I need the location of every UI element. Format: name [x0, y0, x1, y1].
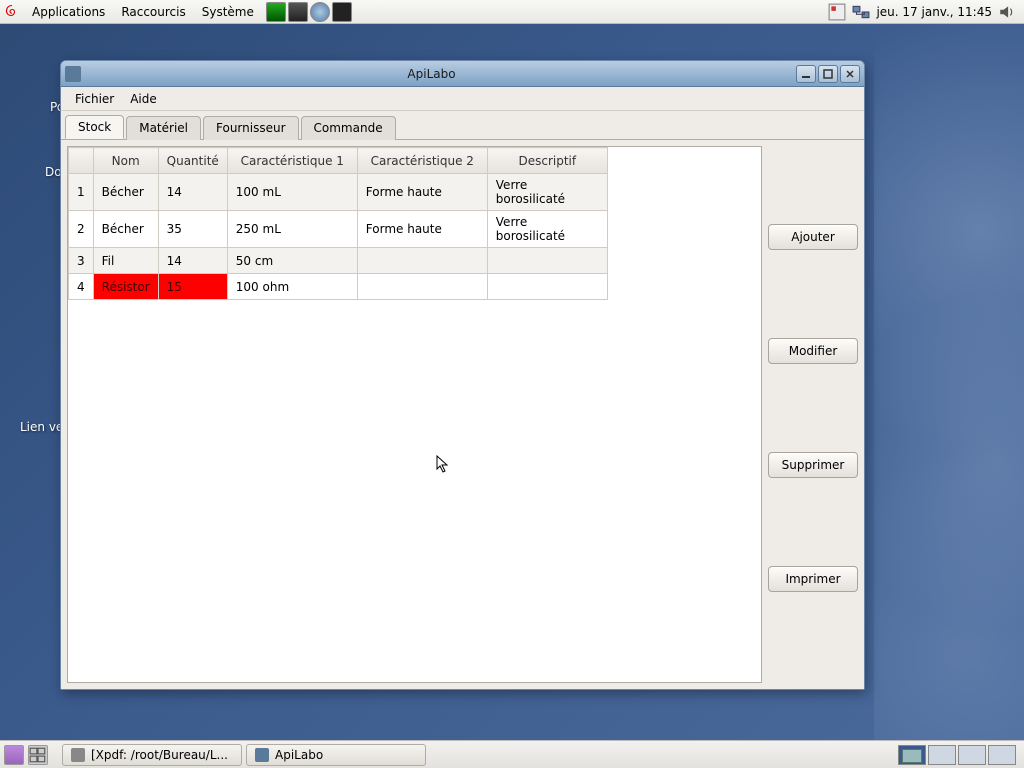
desktop-icon-link[interactable]: Lien ve	[20, 420, 63, 434]
window-title: ApiLabo	[87, 67, 796, 81]
tab-supplier[interactable]: Fournisseur	[203, 116, 299, 140]
table-cell[interactable]: Verre borosilicaté	[487, 174, 607, 211]
col-name[interactable]: Nom	[93, 148, 158, 174]
gnome-top-panel: Applications Raccourcis Système jeu. 17 …	[0, 0, 1024, 24]
workspace-1[interactable]	[898, 745, 926, 765]
window-maximize-button[interactable]	[818, 65, 838, 83]
system-monitor-icon[interactable]	[266, 2, 286, 22]
workspace-2[interactable]	[928, 745, 956, 765]
table-cell[interactable]	[357, 248, 487, 274]
table-cell[interactable]: 2	[69, 211, 94, 248]
side-buttons: Ajouter Modifier Supprimer Imprimer	[768, 146, 858, 683]
table-cell[interactable]: Résistor	[93, 274, 158, 300]
stock-table-wrap: Nom Quantité Caractéristique 1 Caractéri…	[67, 146, 762, 683]
apilabo-icon	[255, 748, 269, 762]
col-char2[interactable]: Caractéristique 2	[357, 148, 487, 174]
col-char1[interactable]: Caractéristique 1	[227, 148, 357, 174]
calculator-icon[interactable]	[288, 2, 308, 22]
close-icon	[845, 69, 855, 79]
delete-button[interactable]: Supprimer	[768, 452, 858, 478]
panel-menu-system[interactable]: Système	[194, 5, 262, 19]
taskbar-item-label: ApiLabo	[275, 748, 323, 762]
col-desc[interactable]: Descriptif	[487, 148, 607, 174]
minimize-icon	[801, 69, 811, 79]
table-cell[interactable]	[357, 274, 487, 300]
menu-file[interactable]: Fichier	[67, 90, 122, 108]
table-cell[interactable]: Forme haute	[357, 211, 487, 248]
table-cell[interactable]: 14	[158, 248, 227, 274]
terminal-icon[interactable]	[332, 2, 352, 22]
xpdf-icon	[71, 748, 85, 762]
tab-stock[interactable]: Stock	[65, 115, 124, 139]
table-cell[interactable]: 100 ohm	[227, 274, 357, 300]
table-cell[interactable]: Bécher	[93, 174, 158, 211]
table-cell[interactable]: Verre borosilicaté	[487, 211, 607, 248]
tab-order[interactable]: Commande	[301, 116, 396, 140]
table-cell[interactable]: 35	[158, 211, 227, 248]
tab-material[interactable]: Matériel	[126, 116, 201, 140]
table-cell[interactable]	[487, 274, 607, 300]
network-icon[interactable]	[852, 3, 870, 21]
table-cell[interactable]: 3	[69, 248, 94, 274]
add-button[interactable]: Ajouter	[768, 224, 858, 250]
apilabo-window: ApiLabo Fichier Aide Stock Matériel Four…	[60, 60, 865, 690]
table-cell[interactable]: Fil	[93, 248, 158, 274]
tray-applet-icon[interactable]	[828, 3, 846, 21]
table-row[interactable]: 1Bécher14100 mLForme hauteVerre borosili…	[69, 174, 608, 211]
window-close-button[interactable]	[840, 65, 860, 83]
modify-button[interactable]: Modifier	[768, 338, 858, 364]
show-desktop-icon[interactable]	[4, 745, 24, 765]
tab-bar: Stock Matériel Fournisseur Commande	[61, 111, 864, 140]
stock-table[interactable]: Nom Quantité Caractéristique 1 Caractéri…	[68, 147, 608, 300]
workspace-3[interactable]	[958, 745, 986, 765]
col-qty[interactable]: Quantité	[158, 148, 227, 174]
print-button[interactable]: Imprimer	[768, 566, 858, 592]
table-row[interactable]: 2Bécher35250 mLForme hauteVerre borosili…	[69, 211, 608, 248]
table-cell[interactable]	[487, 248, 607, 274]
taskbar-item-apilabo[interactable]: ApiLabo	[246, 744, 426, 766]
taskbar-item-xpdf[interactable]: [Xpdf: /root/Bureau/L...	[62, 744, 242, 766]
table-cell[interactable]: 14	[158, 174, 227, 211]
workspace-pager[interactable]	[898, 745, 1020, 765]
panel-clock[interactable]: jeu. 17 janv., 11:45	[876, 5, 992, 19]
workspace-4[interactable]	[988, 745, 1016, 765]
panel-menu-applications[interactable]: Applications	[24, 5, 113, 19]
window-app-icon	[65, 66, 81, 82]
col-rownum[interactable]	[69, 148, 94, 174]
table-cell[interactable]: Bécher	[93, 211, 158, 248]
window-titlebar[interactable]: ApiLabo	[61, 61, 864, 87]
table-cell[interactable]: 1	[69, 174, 94, 211]
menu-help[interactable]: Aide	[122, 90, 165, 108]
table-cell[interactable]: 15	[158, 274, 227, 300]
taskbar-item-label: [Xpdf: /root/Bureau/L...	[91, 748, 228, 762]
debian-logo-icon[interactable]	[4, 4, 20, 20]
web-browser-icon[interactable]	[310, 2, 330, 22]
desktop-wallpaper-bubbles	[874, 0, 1024, 768]
gnome-bottom-panel: [Xpdf: /root/Bureau/L... ApiLabo	[0, 740, 1024, 768]
table-row[interactable]: 3Fil1450 cm	[69, 248, 608, 274]
table-cell[interactable]: 250 mL	[227, 211, 357, 248]
window-list-icon[interactable]	[28, 745, 48, 765]
table-cell[interactable]: 100 mL	[227, 174, 357, 211]
table-cell[interactable]: 4	[69, 274, 94, 300]
app-menubar: Fichier Aide	[61, 87, 864, 111]
table-row[interactable]: 4Résistor15100 ohm	[69, 274, 608, 300]
table-cell[interactable]: Forme haute	[357, 174, 487, 211]
tab-content: Nom Quantité Caractéristique 1 Caractéri…	[61, 140, 864, 689]
window-minimize-button[interactable]	[796, 65, 816, 83]
volume-icon[interactable]	[998, 3, 1016, 21]
panel-menu-shortcuts[interactable]: Raccourcis	[113, 5, 193, 19]
maximize-icon	[823, 69, 833, 79]
table-cell[interactable]: 50 cm	[227, 248, 357, 274]
